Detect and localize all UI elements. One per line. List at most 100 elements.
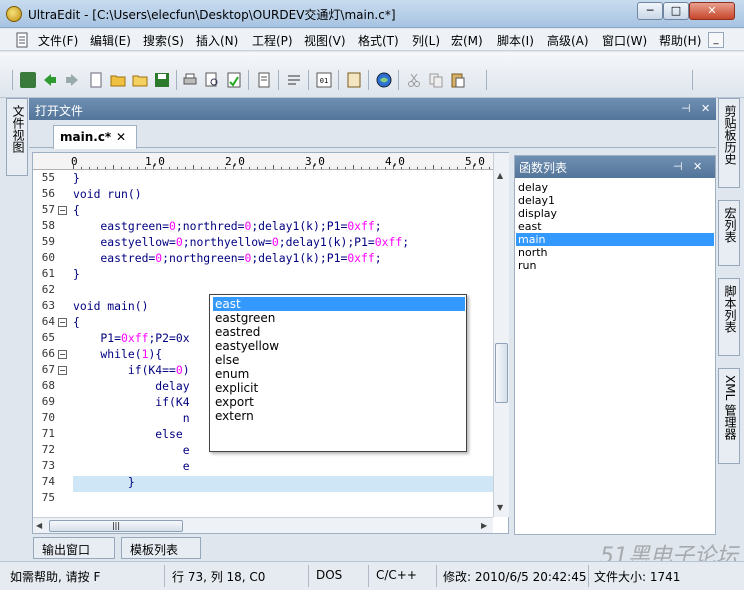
cut-icon[interactable] (406, 72, 422, 88)
line-number: 58 (41, 219, 55, 232)
code-line: if(K4==0) (73, 363, 190, 377)
status-separator (588, 565, 589, 587)
menu-insert[interactable]: 插入(N) (196, 32, 238, 49)
close-window-button[interactable]: ✕ (689, 2, 735, 20)
autocomplete-item[interactable]: extern (213, 409, 465, 423)
spell-check-icon[interactable] (226, 72, 242, 88)
autocomplete-item[interactable]: explicit (213, 381, 465, 395)
line-number: 67 (41, 363, 55, 376)
paste-icon[interactable] (450, 72, 466, 88)
function-list-item[interactable]: delay (516, 181, 714, 194)
autocomplete-item[interactable]: export (213, 395, 465, 409)
back-arrow-icon[interactable] (42, 72, 58, 88)
function-list-item[interactable]: north (516, 246, 714, 259)
vertical-scrollbar[interactable]: ▲ ▼ (493, 153, 509, 517)
autocomplete-item[interactable]: enum (213, 367, 465, 381)
menu-edit[interactable]: 编辑(E) (90, 32, 131, 49)
close-panel-icon[interactable]: ✕ (701, 102, 710, 115)
autocomplete-item[interactable]: east (213, 297, 465, 311)
autocomplete-item[interactable]: eastred (213, 325, 465, 339)
function-list-item[interactable]: delay1 (516, 194, 714, 207)
toolbar-grip[interactable] (486, 70, 487, 90)
toolbar-separator (176, 70, 177, 90)
copy-icon[interactable] (428, 72, 444, 88)
horizontal-scroll-thumb[interactable]: ||| (49, 520, 183, 532)
close-panel-icon[interactable]: ✕ (693, 160, 702, 173)
fold-toggle-icon[interactable]: − (58, 366, 67, 375)
ruler: 0 1,0 2,0 3,0 4,0 5,0 (33, 153, 493, 170)
menu-format[interactable]: 格式(T) (358, 32, 399, 49)
mdi-minimize-button[interactable]: _ (708, 32, 724, 48)
maximize-button[interactable]: □ (663, 2, 689, 20)
code-line: while(1){ (73, 347, 163, 361)
file-view-tab[interactable]: 文件视图 (6, 98, 28, 176)
menu-advanced[interactable]: 高级(A) (547, 32, 589, 49)
scroll-left-icon[interactable]: ◀ (36, 521, 42, 530)
line-number: 57 (41, 203, 55, 216)
menu-column[interactable]: 列(L) (412, 32, 440, 49)
line-number: 69 (41, 395, 55, 408)
open-folder-icon[interactable] (110, 72, 126, 88)
pin-icon[interactable]: ⊣ (673, 160, 683, 173)
tab-close-icon[interactable]: ✕ (116, 130, 126, 144)
file-properties-icon[interactable] (256, 72, 272, 88)
menu-window[interactable]: 窗口(W) (602, 32, 647, 49)
tab-template-list[interactable]: 模板列表 (121, 537, 201, 559)
autocomplete-item[interactable]: else (213, 353, 465, 367)
word-wrap-icon[interactable] (286, 72, 302, 88)
hex-mode-icon[interactable]: 01 (316, 72, 332, 88)
minimize-button[interactable]: ─ (637, 2, 663, 20)
scroll-right-icon[interactable]: ▶ (481, 521, 487, 530)
fold-toggle-icon[interactable]: − (58, 350, 67, 359)
print-icon[interactable] (182, 72, 198, 88)
pin-icon[interactable]: ⊣ (681, 102, 691, 115)
new-file-icon[interactable] (88, 72, 104, 88)
toolbar-grip[interactable] (12, 70, 13, 90)
line-number: 61 (41, 267, 55, 280)
tab-output-window[interactable]: 输出窗口 (33, 537, 115, 559)
open-files-panel-header: 打开文件 ⊣ ✕ (29, 98, 716, 120)
tab-main-c[interactable]: main.c* ✕ (53, 125, 137, 149)
menu-help[interactable]: 帮助(H) (659, 32, 701, 49)
fold-toggle-icon[interactable]: − (58, 206, 67, 215)
status-line-ending[interactable]: DOS (316, 568, 342, 582)
document-icon[interactable] (14, 32, 30, 48)
status-language[interactable]: C/C++ (376, 568, 417, 582)
forward-arrow-icon[interactable] (64, 72, 80, 88)
open-project-icon[interactable] (20, 72, 36, 88)
line-number: 55 (41, 171, 55, 184)
open-recent-icon[interactable] (132, 72, 148, 88)
xml-manager-tab[interactable]: XML 管理器 (718, 368, 740, 464)
menu-view[interactable]: 视图(V) (304, 32, 346, 49)
horizontal-scrollbar[interactable]: ◀ ||| ▶ (33, 517, 493, 533)
line-number: 75 (41, 491, 55, 504)
line-number: 64 (41, 315, 55, 328)
column-mode-icon[interactable] (346, 72, 362, 88)
status-help: 如需帮助, 请按 F (10, 570, 101, 584)
toolbar-grip[interactable] (692, 70, 693, 90)
toolbar-separator (308, 70, 309, 90)
menu-macro[interactable]: 宏(M) (451, 32, 483, 49)
print-preview-icon[interactable] (204, 72, 220, 88)
save-icon[interactable] (154, 72, 170, 88)
vertical-scroll-thumb[interactable] (495, 343, 508, 403)
macro-list-tab[interactable]: 宏列表 (718, 200, 740, 266)
menu-search[interactable]: 搜索(S) (143, 32, 184, 49)
scroll-up-icon[interactable]: ▲ (497, 171, 503, 180)
function-list-item[interactable]: main (516, 233, 714, 246)
code-line: e (73, 443, 190, 457)
scroll-down-icon[interactable]: ▼ (497, 503, 503, 512)
fold-toggle-icon[interactable]: − (58, 318, 67, 327)
menu-project[interactable]: 工程(P) (252, 32, 293, 49)
function-list-item[interactable]: run (516, 259, 714, 272)
autocomplete-item[interactable]: eastyellow (213, 339, 465, 353)
web-browser-icon[interactable] (376, 72, 392, 88)
autocomplete-item[interactable]: eastgreen (213, 311, 465, 325)
function-list-item[interactable]: east (516, 220, 714, 233)
function-list-item[interactable]: display (516, 207, 714, 220)
script-list-tab[interactable]: 脚本列表 (718, 278, 740, 356)
menu-script[interactable]: 脚本(I) (497, 32, 534, 49)
ultraedit-app-icon[interactable] (6, 6, 22, 22)
clipboard-history-tab[interactable]: 剪贴板历史 (718, 98, 740, 188)
menu-file[interactable]: 文件(F) (38, 32, 78, 49)
